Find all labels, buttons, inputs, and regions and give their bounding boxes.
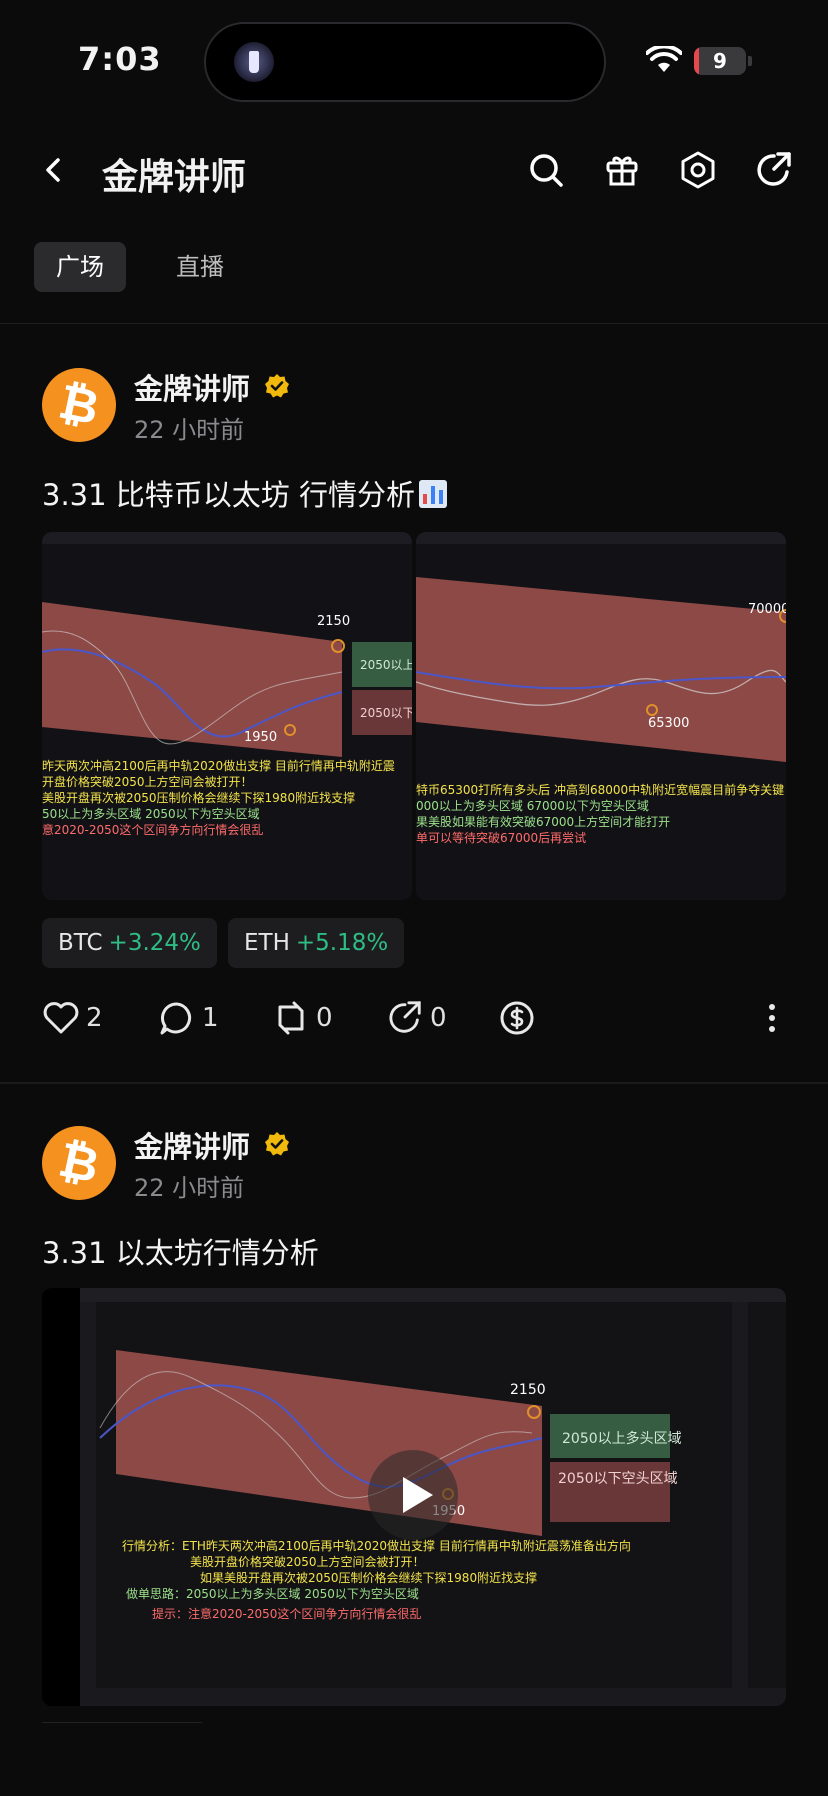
more-button[interactable] bbox=[764, 996, 780, 1040]
post-divider bbox=[0, 1082, 828, 1084]
video-player[interactable]: 2150 1950 2050以上多头区域 2050以下空头区域 行情分析：ETH… bbox=[42, 1288, 786, 1706]
analysis-line: 开盘价格突破2050上方空间会被打开！ bbox=[42, 775, 253, 789]
level-high-label: 2150 bbox=[317, 614, 351, 629]
battery-level: 9 bbox=[713, 49, 727, 73]
search-icon[interactable] bbox=[526, 150, 566, 190]
dollar-coin-icon bbox=[500, 1001, 534, 1035]
bear-zone-label: 2050以下 bbox=[360, 706, 412, 720]
share-count: 0 bbox=[430, 1003, 447, 1033]
eth-chart-graphic bbox=[42, 532, 412, 900]
coin-change: +5.18% bbox=[295, 930, 389, 956]
flashlight-icon bbox=[234, 42, 274, 82]
repost-count: 0 bbox=[316, 1003, 333, 1033]
chart-image-btc[interactable]: 70000 65300 特币65300打所有多头后 冲高到68000中轨附近宽幅… bbox=[416, 532, 786, 900]
page-title: 金牌讲师 bbox=[102, 157, 247, 198]
share-button[interactable]: 0 bbox=[386, 996, 447, 1040]
post-text-content: 3.31 比特币以太坊 行情分析 bbox=[42, 478, 416, 512]
author-name[interactable]: 金牌讲师 bbox=[134, 1124, 250, 1166]
bitcoin-logo-icon: ₿ bbox=[54, 373, 104, 437]
bull-zone-label: 2050以上 bbox=[360, 658, 412, 672]
tab-plaza[interactable]: 广场 bbox=[34, 242, 126, 292]
battery-indicator: 9 bbox=[694, 47, 746, 75]
analysis-line: 美股开盘价格突破2050上方空间会被打开！ bbox=[190, 1555, 425, 1569]
repost-button[interactable]: 0 bbox=[272, 996, 333, 1040]
post-time: 22 小时前 bbox=[134, 1174, 245, 1202]
post-text[interactable]: 3.31 比特币以太坊 行情分析 bbox=[42, 472, 448, 514]
settings-icon[interactable] bbox=[678, 150, 718, 190]
analysis-line: 昨天两次冲高2100后再中轨2020做出支撑 目前行情再中轨附近震 bbox=[42, 759, 395, 773]
more-vertical-icon bbox=[769, 1004, 775, 1032]
back-arrow-icon[interactable] bbox=[36, 152, 72, 188]
status-time: 7:03 bbox=[78, 40, 162, 78]
status-bar: 7:03 9 bbox=[0, 0, 828, 120]
analysis-line: 果美股如果能有效突破67000上方空间才能打开 bbox=[416, 815, 671, 829]
bar-chart-icon bbox=[419, 480, 448, 508]
analysis-line: 意2020-2050这个区间争方向行情会很乱 bbox=[42, 823, 264, 837]
battery-tip bbox=[748, 56, 752, 66]
bull-zone-label: 2050以上多头区域 bbox=[562, 1431, 682, 1447]
verified-badge-icon bbox=[265, 374, 289, 398]
top-nav: 金牌讲师 bbox=[0, 130, 828, 210]
analysis-line: 000以上为多头区域 67000以下为空头区域 bbox=[416, 799, 649, 813]
coin-symbol: BTC bbox=[58, 930, 103, 956]
coin-tag-eth[interactable]: ETH +5.18% bbox=[228, 918, 405, 968]
verified-badge-icon bbox=[265, 1132, 289, 1156]
play-button[interactable] bbox=[368, 1450, 458, 1540]
level-high-label: 2150 bbox=[510, 1382, 546, 1398]
author-name[interactable]: 金牌讲师 bbox=[134, 366, 250, 408]
analysis-line: 做单思路：2050以上为多头区域 2050以下为空头区域 bbox=[126, 1587, 419, 1601]
comment-button[interactable]: 1 bbox=[158, 996, 219, 1040]
avatar[interactable]: ₿ bbox=[42, 368, 116, 442]
level-high-label: 70000 bbox=[748, 602, 786, 617]
wifi-icon bbox=[646, 46, 682, 72]
share-icon bbox=[389, 1001, 421, 1033]
analysis-line: 行情分析：ETH昨天两次冲高2100后再中轨2020做出支撑 目前行情再中轨附近… bbox=[122, 1539, 631, 1553]
post-actions: 2 1 0 0 bbox=[42, 996, 792, 1040]
heart-icon bbox=[43, 1002, 79, 1034]
avatar[interactable]: ₿ bbox=[42, 1126, 116, 1200]
analysis-line: 如果美股开盘再次被2050压制价格会继续下探1980附近找支撑 bbox=[200, 1571, 538, 1585]
tab-divider bbox=[0, 323, 828, 324]
level-low-label: 1950 bbox=[244, 730, 278, 745]
comment-icon bbox=[160, 1002, 192, 1035]
chart-image-eth[interactable]: 2150 1950 2050以上 2050以下 昨天两次冲高2100后再中轨20… bbox=[42, 532, 412, 900]
analysis-line: 美股开盘再次被2050压制价格会继续下探1980附近找支撑 bbox=[42, 791, 356, 805]
bottom-divider bbox=[42, 1722, 202, 1723]
comment-count: 1 bbox=[202, 1003, 219, 1033]
like-count: 2 bbox=[86, 1003, 103, 1033]
post-time: 22 小时前 bbox=[134, 416, 245, 444]
analysis-line: 50以上为多头区域 2050以下为空头区域 bbox=[42, 807, 260, 821]
tip-button[interactable] bbox=[498, 996, 536, 1040]
post-text[interactable]: 3.31 以太坊行情分析 bbox=[42, 1230, 319, 1272]
tab-live[interactable]: 直播 bbox=[154, 242, 246, 292]
bitcoin-logo-icon: ₿ bbox=[54, 1131, 104, 1195]
repost-icon bbox=[278, 1001, 304, 1035]
bear-zone-label: 2050以下空头区域 bbox=[558, 1471, 678, 1487]
level-low-label: 65300 bbox=[648, 716, 690, 731]
analysis-line: 单可以等待突破67000后再尝试 bbox=[416, 831, 587, 845]
coin-change: +3.24% bbox=[108, 930, 201, 956]
share-icon[interactable] bbox=[754, 150, 794, 190]
analysis-line: 特币65300打所有多头后 冲高到68000中轨附近宽幅震目前争夺关键 bbox=[416, 783, 785, 797]
like-button[interactable]: 2 bbox=[42, 996, 103, 1040]
gift-icon[interactable] bbox=[602, 150, 642, 190]
coin-symbol: ETH bbox=[244, 930, 290, 956]
dynamic-island bbox=[204, 22, 606, 102]
analysis-line: 提示：注意2020-2050这个区间争方向行情会很乱 bbox=[152, 1607, 422, 1621]
coin-tag-btc[interactable]: BTC +3.24% bbox=[42, 918, 217, 968]
